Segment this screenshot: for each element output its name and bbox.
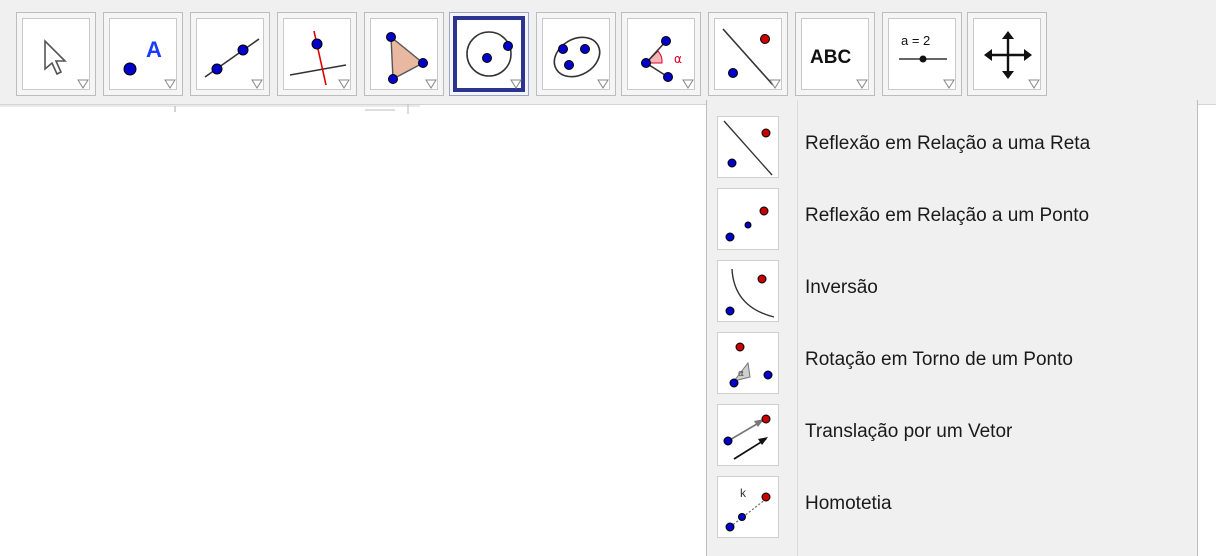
reflect-about-line-icon [723, 120, 773, 176]
chevron-down-icon [943, 79, 955, 89]
dilate-icon: k [725, 486, 771, 532]
menu-item-translate-by-vector[interactable]: Translação por um Vetor [707, 396, 1197, 468]
menu-item-reflect-about-line[interactable]: Reflexão em Relação a uma Reta [707, 108, 1197, 180]
chevron-down-icon [769, 79, 781, 89]
chevron-down-icon [425, 79, 437, 89]
toolbar: A α ABC a = 2 [0, 0, 1216, 105]
svg-text:α: α [738, 369, 744, 379]
chevron-down-icon [164, 79, 176, 89]
svg-text:k: k [740, 486, 747, 500]
circle-center-point-icon [466, 31, 513, 77]
svg-text:ABC: ABC [810, 47, 851, 68]
view-header-divider [0, 104, 420, 114]
chevron-down-icon [338, 79, 350, 89]
slider-tool-button[interactable]: a = 2 [882, 12, 962, 96]
move-tool-button[interactable] [16, 12, 96, 96]
inversion-icon [725, 268, 775, 318]
menu-item-label: Inversão [805, 277, 878, 298]
chevron-down-icon [856, 79, 868, 89]
polygon-tool-button[interactable] [364, 12, 444, 96]
chevron-down-icon [510, 79, 522, 89]
menu-item-label: Translação por um Vetor [805, 421, 1013, 442]
svg-text:α: α [674, 52, 682, 66]
text-tool-button[interactable]: ABC [795, 12, 875, 96]
reflect-tool-button[interactable] [708, 12, 788, 96]
conic-tool-button[interactable] [536, 12, 616, 96]
translate-by-vector-icon [723, 414, 771, 460]
move-graphics-tool-button[interactable] [967, 12, 1047, 96]
svg-text:a = 2: a = 2 [901, 33, 930, 48]
perpendicular-line-tool-button[interactable] [277, 12, 357, 96]
menu-item-label: Reflexão em Relação a uma Reta [805, 133, 1091, 154]
chevron-down-icon [1028, 79, 1040, 89]
chevron-down-icon [682, 79, 694, 89]
svg-text:A: A [146, 37, 162, 62]
menu-item-dilate[interactable]: k Homotetia [707, 468, 1197, 540]
transform-tools-menu: Reflexão em Relação a uma Reta Reflexão … [706, 100, 1198, 556]
menu-item-inversion[interactable]: Inversão [707, 252, 1197, 324]
angle-tool-button[interactable]: α [621, 12, 701, 96]
menu-item-label: Reflexão em Relação a um Ponto [805, 205, 1090, 226]
chevron-down-icon [597, 79, 609, 89]
reflect-about-point-icon [725, 206, 769, 242]
circle-tool-button[interactable] [449, 12, 529, 96]
point-tool-button[interactable]: A [103, 12, 183, 96]
chevron-down-icon [77, 79, 89, 89]
menu-item-rotate-around-point[interactable]: α Rotação em Torno de um Ponto [707, 324, 1197, 396]
menu-item-reflect-about-point[interactable]: Reflexão em Relação a um Ponto [707, 180, 1197, 252]
menu-item-label: Rotação em Torno de um Ponto [805, 349, 1073, 370]
menu-item-label: Homotetia [805, 493, 892, 514]
line-tool-button[interactable] [190, 12, 270, 96]
chevron-down-icon [251, 79, 263, 89]
rotate-around-point-icon: α [729, 342, 773, 388]
